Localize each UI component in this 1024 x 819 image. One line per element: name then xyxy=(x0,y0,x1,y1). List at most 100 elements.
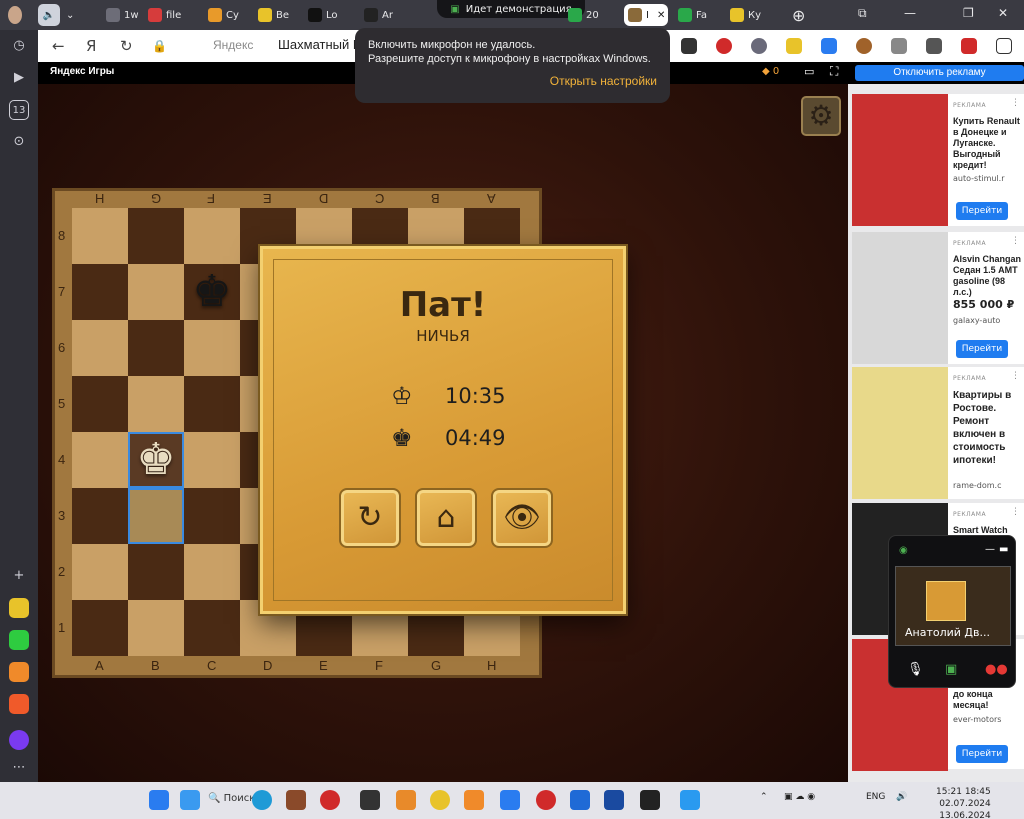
edge-icon[interactable] xyxy=(252,790,272,810)
more-icon[interactable]: ⋯ xyxy=(9,758,29,778)
ad-domain[interactable]: rame-dom.c xyxy=(953,481,1023,490)
board-square[interactable] xyxy=(72,544,128,600)
board-square[interactable] xyxy=(184,488,240,544)
call-expand-icon[interactable]: ▬ xyxy=(999,544,1008,555)
screenshot-icon[interactable]: ⊙ xyxy=(9,132,29,152)
taskbar-games-icon[interactable] xyxy=(464,790,484,810)
add-icon[interactable]: + xyxy=(9,566,29,586)
games-icon[interactable] xyxy=(9,662,29,682)
board-square[interactable] xyxy=(128,264,184,320)
end-call-icon[interactable]: ●● xyxy=(985,662,1008,677)
alice-icon[interactable] xyxy=(9,730,29,750)
coin-counter[interactable]: ◆ 0 xyxy=(762,66,779,77)
planet-icon[interactable] xyxy=(751,38,767,54)
board-square[interactable] xyxy=(72,432,128,488)
ad-go-button[interactable]: Перейти xyxy=(956,340,1008,358)
widgets-icon[interactable] xyxy=(180,790,200,810)
collections-icon[interactable]: ⧉ xyxy=(858,6,867,21)
board-square[interactable] xyxy=(128,320,184,376)
board-square[interactable] xyxy=(72,264,128,320)
ad-text[interactable]: Alsvin Changan Седан 1.5 AMT gasoline (9… xyxy=(953,254,1021,298)
volume-icon[interactable]: 🔊 xyxy=(896,792,907,802)
app-icon-1[interactable] xyxy=(9,598,29,618)
browser-tab[interactable]: 20 xyxy=(568,4,608,26)
board-square[interactable] xyxy=(72,208,128,264)
app-icon-2[interactable] xyxy=(9,630,29,650)
board-square[interactable] xyxy=(72,376,128,432)
board-square[interactable] xyxy=(184,432,240,488)
browser-tab[interactable]: file xyxy=(148,4,188,26)
puzzle-icon[interactable] xyxy=(926,38,942,54)
close-window-button[interactable]: ✕ xyxy=(998,6,1008,20)
taskbar-app-icon-4[interactable] xyxy=(430,790,450,810)
browser-tab[interactable]: Lo xyxy=(308,4,348,26)
ad-go-button[interactable]: Перейти xyxy=(956,202,1008,220)
browser-tab[interactable]: I ✕ xyxy=(624,4,668,26)
ad-image[interactable] xyxy=(852,94,948,226)
call-minimize-icon[interactable]: — xyxy=(985,544,995,555)
yandex-games-title[interactable]: Яндекс Игры xyxy=(50,66,114,77)
browser-tab[interactable]: Fa xyxy=(678,4,718,26)
taskbar-app-icon-7[interactable] xyxy=(680,790,700,810)
clock[interactable]: 15:21 18:45 02.07.2024 13.06.2024 xyxy=(936,786,991,819)
reload-icon[interactable]: ↻ xyxy=(120,37,133,55)
mail-icon[interactable] xyxy=(9,694,29,714)
ad-image[interactable] xyxy=(852,232,948,364)
language-indicator[interactable]: ENG xyxy=(866,792,885,802)
ad-text[interactable]: Квартиры в Ростове. Ремонт включен в сто… xyxy=(953,389,1021,467)
ad-text[interactable]: до конца месяца! xyxy=(953,689,1021,711)
board-square[interactable] xyxy=(128,600,184,656)
cursor-icon[interactable] xyxy=(891,38,907,54)
taskbar-app-icon-6[interactable] xyxy=(536,790,556,810)
back-icon[interactable]: ← xyxy=(52,37,65,55)
screen-share-icon[interactable]: ▣ xyxy=(945,662,957,677)
tab-list-button[interactable]: ⌄ xyxy=(66,4,84,26)
tab-audio-playing[interactable]: 🔈 xyxy=(38,4,60,26)
taskbar-app-icon-3[interactable] xyxy=(396,790,416,810)
ad-options-icon[interactable]: ⋮ xyxy=(1011,98,1020,108)
bear-icon[interactable] xyxy=(856,38,872,54)
restart-button[interactable]: ↻ xyxy=(339,488,401,548)
board-square[interactable] xyxy=(184,600,240,656)
media-icon[interactable]: ▶ xyxy=(9,68,29,88)
home-button[interactable]: ⌂ xyxy=(415,488,477,548)
ad-text[interactable]: Купить Renault в Донецке и Луганске. Выг… xyxy=(953,116,1021,171)
board-square[interactable] xyxy=(72,320,128,376)
tray-chevron-icon[interactable]: ⌃ xyxy=(760,792,768,802)
download-icon[interactable] xyxy=(996,38,1012,54)
ad-domain[interactable]: auto-stimul.r xyxy=(953,174,1023,183)
ad-card[interactable]: РЕКЛАМА ⋮ Купить Renault в Донецке и Луган… xyxy=(852,94,1024,226)
disable-ads-button[interactable]: Отключить рекламу xyxy=(855,65,1024,81)
board-square[interactable] xyxy=(128,208,184,264)
tray-icons[interactable]: ▣ ☁ ◉ xyxy=(784,792,815,802)
ad-image[interactable] xyxy=(852,367,948,499)
pinterest-icon[interactable] xyxy=(716,38,732,54)
fullscreen-icon[interactable]: ⛶ xyxy=(830,64,838,79)
ad-card[interactable]: РЕКЛАМА ⋮ Квартиры в Ростове. Ремонт включ… xyxy=(852,367,1024,499)
percent-icon[interactable] xyxy=(786,38,802,54)
board-square[interactable] xyxy=(184,208,240,264)
board-square[interactable] xyxy=(128,544,184,600)
board-square[interactable] xyxy=(128,376,184,432)
ad-options-icon[interactable]: ⋮ xyxy=(1011,507,1020,517)
browser-tab[interactable]: Be xyxy=(258,4,298,26)
ad-options-icon[interactable]: ⋮ xyxy=(1011,371,1020,381)
ad-domain[interactable]: galaxy-auto xyxy=(953,316,1023,325)
microphone-icon[interactable]: 🎙 xyxy=(907,662,924,677)
browser-tab[interactable]: Су xyxy=(208,4,248,26)
pdf-icon[interactable] xyxy=(961,38,977,54)
url-domain[interactable]: Яндекс xyxy=(213,38,253,52)
ad-domain[interactable]: ever-motors xyxy=(953,715,1023,724)
ad-card[interactable]: РЕКЛАМА ⋮ Alsvin Changan Седан 1.5 AMT gas… xyxy=(852,232,1024,364)
board-square[interactable] xyxy=(72,488,128,544)
profile-avatar[interactable] xyxy=(8,4,30,26)
taskbar-app-icon-2[interactable] xyxy=(360,790,380,810)
info-icon[interactable] xyxy=(821,38,837,54)
taskbar-app-icon-5[interactable] xyxy=(500,790,520,810)
ad-go-button[interactable]: Перейти xyxy=(956,745,1008,763)
history-icon[interactable]: ◷ xyxy=(9,36,29,56)
board-square[interactable] xyxy=(184,544,240,600)
yandex-logo-icon[interactable]: Я xyxy=(86,37,96,55)
board-square[interactable] xyxy=(184,376,240,432)
start-icon[interactable] xyxy=(149,790,169,810)
